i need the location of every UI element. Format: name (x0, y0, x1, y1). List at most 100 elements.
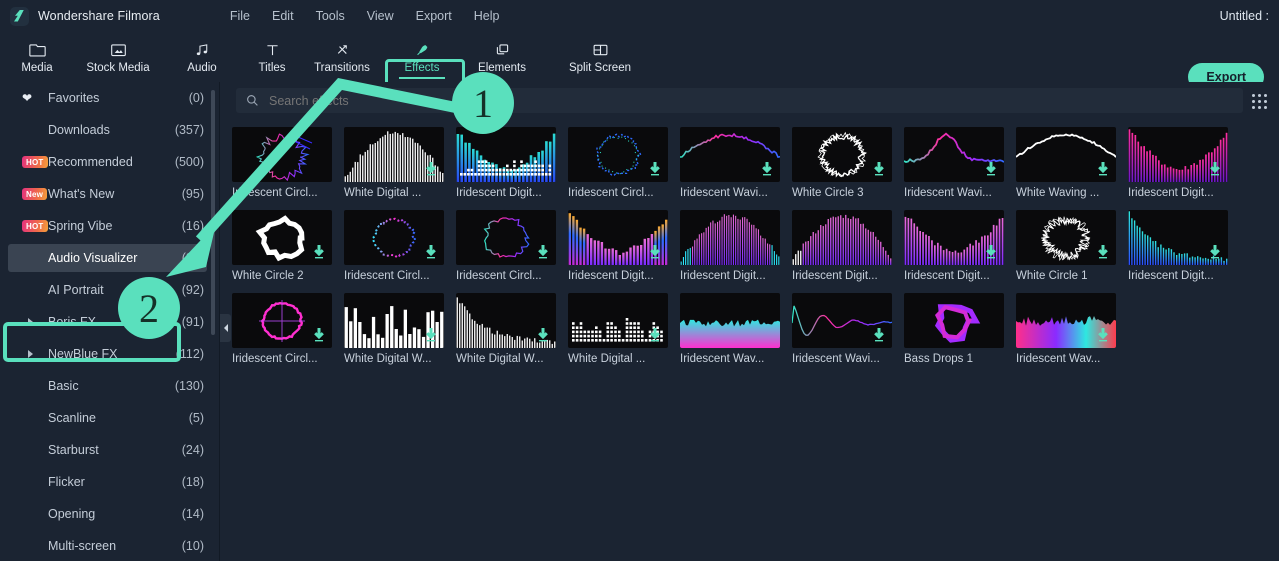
toolbar-tab-effects[interactable]: Effects (385, 32, 459, 82)
sidebar-item-starburst[interactable]: Starburst (24) (0, 434, 219, 466)
download-icon[interactable] (536, 327, 550, 343)
download-icon[interactable] (424, 244, 438, 260)
sidebar-item-flicker[interactable]: Flicker (18) (0, 466, 219, 498)
effect-card[interactable]: White Circle 2 (232, 210, 332, 282)
sidebar-item-multi-screen[interactable]: Multi-screen (10) (0, 530, 219, 561)
download-icon[interactable] (872, 327, 886, 343)
download-icon[interactable] (760, 161, 774, 177)
effect-thumbnail[interactable] (1016, 127, 1116, 182)
effect-thumbnail[interactable] (232, 293, 332, 348)
effect-card[interactable]: Iridescent Wav... (1016, 293, 1116, 365)
effect-card[interactable]: Iridescent Wav... (680, 293, 780, 365)
effect-thumbnail[interactable] (792, 127, 892, 182)
effect-thumbnail[interactable] (792, 293, 892, 348)
sidebar-item-what-s-new[interactable]: New What's New (95) (0, 178, 219, 210)
download-icon[interactable] (648, 161, 662, 177)
effect-thumbnail[interactable] (568, 293, 668, 348)
search-bar[interactable] (236, 88, 1243, 113)
effect-card[interactable]: Iridescent Circl... (568, 127, 668, 199)
effect-thumbnail[interactable] (1016, 210, 1116, 265)
chevron-right-icon[interactable] (28, 350, 33, 358)
effect-card[interactable]: White Circle 1 (1016, 210, 1116, 282)
effect-card[interactable]: Iridescent Circl... (456, 210, 556, 282)
effect-thumbnail[interactable] (344, 293, 444, 348)
effect-thumbnail[interactable] (344, 127, 444, 182)
download-icon[interactable] (984, 244, 998, 260)
effect-thumbnail[interactable] (232, 210, 332, 265)
sidebar-item-newblue-fx[interactable]: NewBlue FX (112) (0, 338, 219, 370)
download-icon[interactable] (312, 327, 326, 343)
effect-thumbnail[interactable] (680, 127, 780, 182)
effect-card[interactable]: Iridescent Digit... (456, 127, 556, 199)
effect-card[interactable]: Iridescent Digit... (1128, 210, 1228, 282)
menu-item-file[interactable]: File (219, 5, 261, 27)
effect-card[interactable]: Iridescent Digit... (904, 210, 1004, 282)
download-icon[interactable] (1096, 327, 1110, 343)
effect-thumbnail[interactable] (1016, 293, 1116, 348)
download-icon[interactable] (872, 161, 886, 177)
sidebar-item-boris-fx[interactable]: Boris FX (91) (0, 306, 219, 338)
download-icon[interactable] (312, 244, 326, 260)
sidebar-item-spring-vibe[interactable]: HOT Spring Vibe (16) (0, 210, 219, 242)
download-icon[interactable] (648, 244, 662, 260)
effect-thumbnail[interactable] (904, 127, 1004, 182)
effect-thumbnail[interactable] (904, 210, 1004, 265)
effect-card[interactable]: Iridescent Wavi... (680, 127, 780, 199)
effect-thumbnail[interactable] (1128, 127, 1228, 182)
effect-thumbnail[interactable] (232, 127, 332, 182)
sidebar-item-audio-visualizer[interactable]: Audio Visualizer (25) (0, 242, 219, 274)
download-icon[interactable] (984, 161, 998, 177)
sidebar-item-recommended[interactable]: HOT Recommended (500) (0, 146, 219, 178)
effect-card[interactable]: Iridescent Circl... (232, 127, 332, 199)
effect-thumbnail[interactable] (568, 210, 668, 265)
menu-item-view[interactable]: View (356, 5, 405, 27)
sidebar-item-opening[interactable]: Opening (14) (0, 498, 219, 530)
download-icon[interactable] (1096, 244, 1110, 260)
effect-thumbnail[interactable] (904, 293, 1004, 348)
effect-card[interactable]: Iridescent Wavi... (792, 293, 892, 365)
menu-item-export[interactable]: Export (405, 5, 463, 27)
effect-card[interactable]: Iridescent Digit... (568, 210, 668, 282)
download-icon[interactable] (536, 244, 550, 260)
effect-thumbnail[interactable] (456, 293, 556, 348)
toolbar-tab-transitions[interactable]: Transitions (297, 32, 387, 82)
effect-card[interactable]: White Digital W... (456, 293, 556, 365)
effect-card[interactable]: Iridescent Circl... (344, 210, 444, 282)
menu-item-edit[interactable]: Edit (261, 5, 305, 27)
effect-thumbnail[interactable] (344, 210, 444, 265)
effect-card[interactable]: White Digital ... (568, 293, 668, 365)
sidebar-item-ai-portrait[interactable]: AI Portrait (92) (0, 274, 219, 306)
effect-card[interactable]: Bass Drops 1 (904, 293, 1004, 365)
download-icon[interactable] (1208, 244, 1222, 260)
grid-view-icon[interactable] (1252, 94, 1267, 109)
toolbar-tab-split-screen[interactable]: Split Screen (545, 32, 655, 82)
toolbar-tab-stock-media[interactable]: Stock Media (68, 32, 168, 82)
effect-card[interactable]: Iridescent Digit... (1128, 127, 1228, 199)
toolbar-tab-audio[interactable]: Audio (165, 32, 239, 82)
sidebar-item-scanline[interactable]: Scanline (5) (0, 402, 219, 434)
effect-thumbnail[interactable] (680, 293, 780, 348)
download-icon[interactable] (424, 161, 438, 177)
effect-card[interactable]: White Digital ... (344, 127, 444, 199)
effect-thumbnail[interactable] (456, 127, 556, 182)
search-input[interactable] (269, 93, 1233, 108)
effect-thumbnail[interactable] (1128, 210, 1228, 265)
download-icon[interactable] (1208, 161, 1222, 177)
effect-card[interactable]: White Waving ... (1016, 127, 1116, 199)
effect-card[interactable]: Iridescent Circl... (232, 293, 332, 365)
effect-thumbnail[interactable] (680, 210, 780, 265)
download-icon[interactable] (1096, 161, 1110, 177)
effect-card[interactable]: White Digital W... (344, 293, 444, 365)
effect-card[interactable]: Iridescent Digit... (792, 210, 892, 282)
collapse-left-arrow-icon[interactable] (220, 314, 231, 342)
effect-thumbnail[interactable] (568, 127, 668, 182)
sidebar-item-favorites[interactable]: ❤ Favorites (0) (0, 82, 219, 114)
sidebar-item-downloads[interactable]: Downloads (357) (0, 114, 219, 146)
effect-thumbnail[interactable] (792, 210, 892, 265)
effect-card[interactable]: White Circle 3 (792, 127, 892, 199)
effect-thumbnail[interactable] (456, 210, 556, 265)
effect-card[interactable]: Iridescent Wavi... (904, 127, 1004, 199)
sidebar-item-basic[interactable]: Basic (130) (0, 370, 219, 402)
sidebar-scrollbar[interactable] (211, 90, 215, 335)
toolbar-tab-media[interactable]: Media (0, 32, 74, 82)
